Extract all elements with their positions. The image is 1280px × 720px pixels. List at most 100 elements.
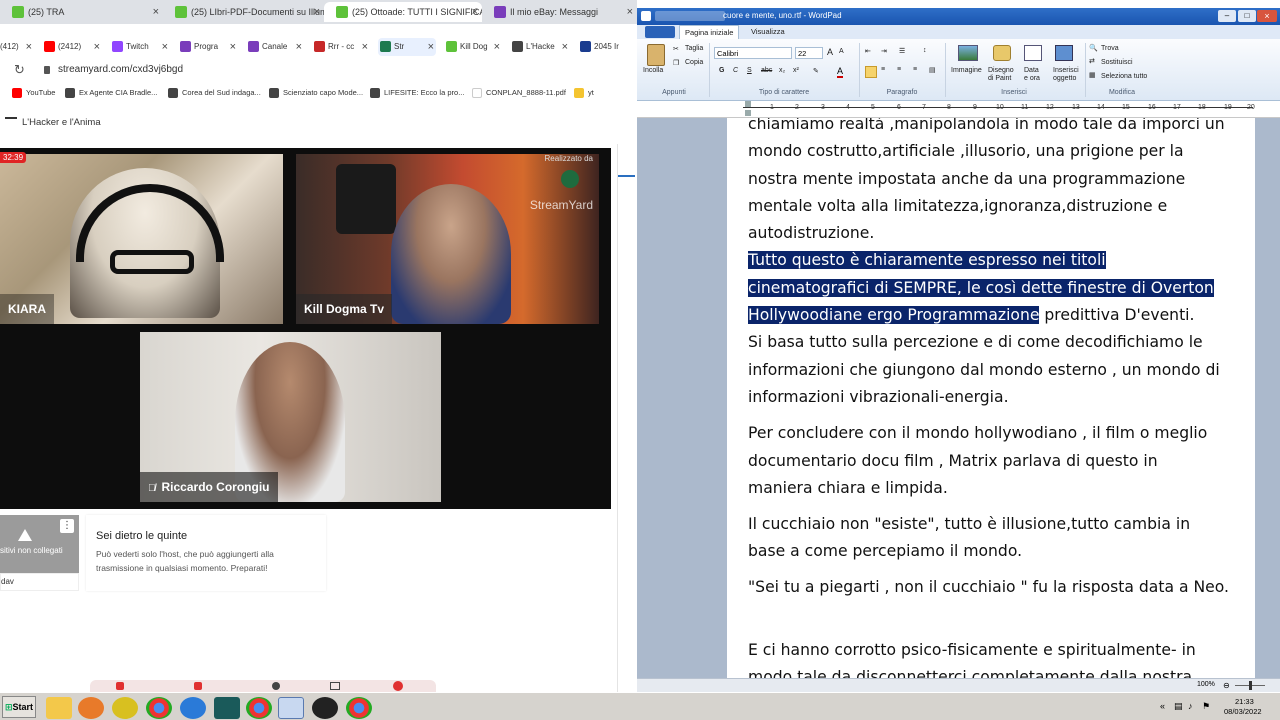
browser-tab[interactable]: L'Hacke × <box>510 38 570 56</box>
wordpad-taskbar-icon[interactable] <box>278 697 304 719</box>
obs-taskbar-icon[interactable] <box>312 697 338 719</box>
close-tab-icon[interactable]: × <box>562 38 568 56</box>
bookmark-item[interactable]: Ex Agente CIA Bradle... <box>63 86 157 100</box>
align-left-button[interactable] <box>865 66 877 78</box>
insert-object-button[interactable]: Inserisci oggetto <box>1053 67 1085 83</box>
mic-button[interactable] <box>116 682 124 690</box>
align-right-icon[interactable]: ≡ <box>897 66 901 73</box>
maximize-button[interactable]: □ <box>1238 10 1256 22</box>
select-all-button[interactable]: Seleziona tutto <box>1101 73 1147 80</box>
insert-datetime-button[interactable]: Data e ora <box>1024 67 1044 83</box>
underline-button[interactable]: S <box>747 67 752 74</box>
settings-button[interactable] <box>272 682 280 690</box>
close-tab-icon[interactable]: × <box>428 38 434 56</box>
close-tab-icon[interactable]: × <box>296 38 302 56</box>
bullets-icon[interactable]: ☰ <box>899 47 905 55</box>
minimize-button[interactable]: – <box>1218 10 1236 22</box>
paragraph-settings-icon[interactable]: ▤ <box>929 66 936 74</box>
font-size-select[interactable]: 22 <box>795 47 823 59</box>
close-tab-icon[interactable]: × <box>94 38 100 56</box>
bookmark-item[interactable]: Corea del Sud indaga... <box>166 86 261 100</box>
browser-tab[interactable]: Progra × <box>178 38 238 56</box>
close-tab-icon[interactable]: × <box>162 38 168 56</box>
superscript-button[interactable]: x² <box>793 67 799 74</box>
video-tile-riccardo[interactable]: 🎙̸ Riccardo Corongiu <box>140 332 441 502</box>
browser-tab[interactable]: Il mio eBay: Messaggi × <box>482 2 637 22</box>
explorer-taskbar-icon[interactable] <box>46 697 72 719</box>
paste-button[interactable]: Incolla <box>643 67 663 74</box>
browser-tab[interactable]: (25) TRA × <box>0 2 163 22</box>
increase-indent-icon[interactable]: ⇥ <box>881 47 887 55</box>
close-tab-icon[interactable]: × <box>627 2 633 22</box>
insert-paint-button[interactable]: Disegno di Paint <box>988 67 1020 83</box>
browser-tab-active[interactable]: (25) Ottoade: TUTTI I SIGNIFICATI × <box>324 2 482 22</box>
highlight-color-icon[interactable]: ✎ <box>813 67 819 75</box>
bookmark-item[interactable]: Scienziato capo Mode... <box>267 86 363 100</box>
decrease-indent-icon[interactable]: ⇤ <box>865 47 871 55</box>
browser-tab[interactable]: (25) LIbri-PDF-Documenti su Illumina × <box>163 2 324 22</box>
start-button[interactable]: ⊞Start <box>2 696 36 718</box>
more-options-icon[interactable]: ⋮ <box>60 519 74 533</box>
image-icon[interactable] <box>958 45 978 61</box>
tray-arrow-icon[interactable]: « <box>1160 701 1165 711</box>
document-page[interactable]: chiamiamo realtà ,manipolandola in modo … <box>727 118 1255 678</box>
italic-button[interactable]: C <box>733 67 738 74</box>
font-color-icon[interactable]: A <box>837 66 844 78</box>
file-menu-button[interactable] <box>645 26 675 38</box>
video-tile-kiara[interactable]: KIARA <box>0 154 283 324</box>
tab-home[interactable]: Pagina iniziale <box>679 25 740 39</box>
line-spacing-icon[interactable]: ↕ <box>923 47 927 54</box>
leave-button[interactable] <box>393 681 403 691</box>
strikethrough-button[interactable]: abc <box>761 67 772 74</box>
menu-icon[interactable] <box>5 117 17 119</box>
network-icon[interactable]: ▤ <box>1174 701 1183 712</box>
bookmark-item[interactable]: YouTube <box>10 86 55 100</box>
zoom-out-icon[interactable]: ⊖ <box>1223 681 1230 690</box>
quick-access-toolbar[interactable] <box>655 11 725 21</box>
paint-icon[interactable] <box>993 45 1011 61</box>
copy-button[interactable]: Copia <box>685 59 703 66</box>
align-center-icon[interactable]: ≡ <box>881 66 885 73</box>
bold-button[interactable]: G <box>719 67 724 74</box>
video-tile-kill-dogma[interactable]: Realizzato da StreamYard Kill Dogma Tv <box>296 154 599 324</box>
calendar-icon[interactable] <box>1024 45 1042 61</box>
flag-icon[interactable]: ⚑ <box>1202 701 1210 712</box>
app-taskbar-icon[interactable] <box>112 697 138 719</box>
document-text[interactable]: chiamiamo realtà ,manipolandola in modo … <box>748 118 1248 678</box>
clock-time[interactable]: 21:33 <box>1235 697 1254 706</box>
chrome-taskbar-icon[interactable] <box>146 697 172 719</box>
object-icon[interactable] <box>1055 45 1073 61</box>
browser-tab[interactable]: 2045 Ir <box>578 38 637 56</box>
hanging-indent-marker[interactable] <box>745 110 751 116</box>
close-tab-icon[interactable]: × <box>362 38 368 56</box>
shrink-font-icon[interactable]: A <box>839 48 844 55</box>
grow-font-icon[interactable]: A <box>827 47 833 57</box>
close-tab-icon[interactable]: × <box>494 38 500 56</box>
zoom-slider-thumb[interactable] <box>1249 681 1252 690</box>
chrome-taskbar-icon[interactable] <box>346 697 372 719</box>
wordpad-app-icon[interactable] <box>641 11 651 21</box>
font-family-select[interactable]: Calibri <box>714 47 792 59</box>
lock-icon[interactable] <box>44 66 50 74</box>
close-window-button[interactable]: × <box>1257 10 1277 22</box>
share-screen-button[interactable] <box>330 682 340 690</box>
browser-tab[interactable]: (412) × <box>0 38 34 56</box>
media-player-taskbar-icon[interactable] <box>78 697 104 719</box>
camera-button[interactable] <box>194 682 202 690</box>
browser-tab[interactable]: (2412) × <box>42 38 102 56</box>
close-tab-icon[interactable]: × <box>314 2 320 22</box>
chrome-taskbar-icon[interactable] <box>246 697 272 719</box>
reload-icon[interactable]: ↻ <box>14 62 25 78</box>
self-preview-card[interactable]: sitivi non collegati ⋮ <box>0 515 79 573</box>
subscript-button[interactable]: x₂ <box>779 67 785 74</box>
close-tab-icon[interactable]: × <box>26 38 32 56</box>
insert-image-button[interactable]: Immagine <box>951 67 982 74</box>
justify-icon[interactable]: ≡ <box>913 66 917 73</box>
volume-icon[interactable]: ♪ <box>1188 701 1193 711</box>
tab-view[interactable]: Visualizza <box>751 27 785 36</box>
browser-tab-active[interactable]: Str × <box>378 38 436 56</box>
clock-date[interactable]: 08/03/2022 <box>1224 707 1262 716</box>
bookmark-item[interactable]: CONPLAN_8888-11.pdf <box>470 86 566 100</box>
cut-button[interactable]: Taglia <box>685 45 703 52</box>
browser-tab[interactable]: Kill Dog × <box>444 38 502 56</box>
